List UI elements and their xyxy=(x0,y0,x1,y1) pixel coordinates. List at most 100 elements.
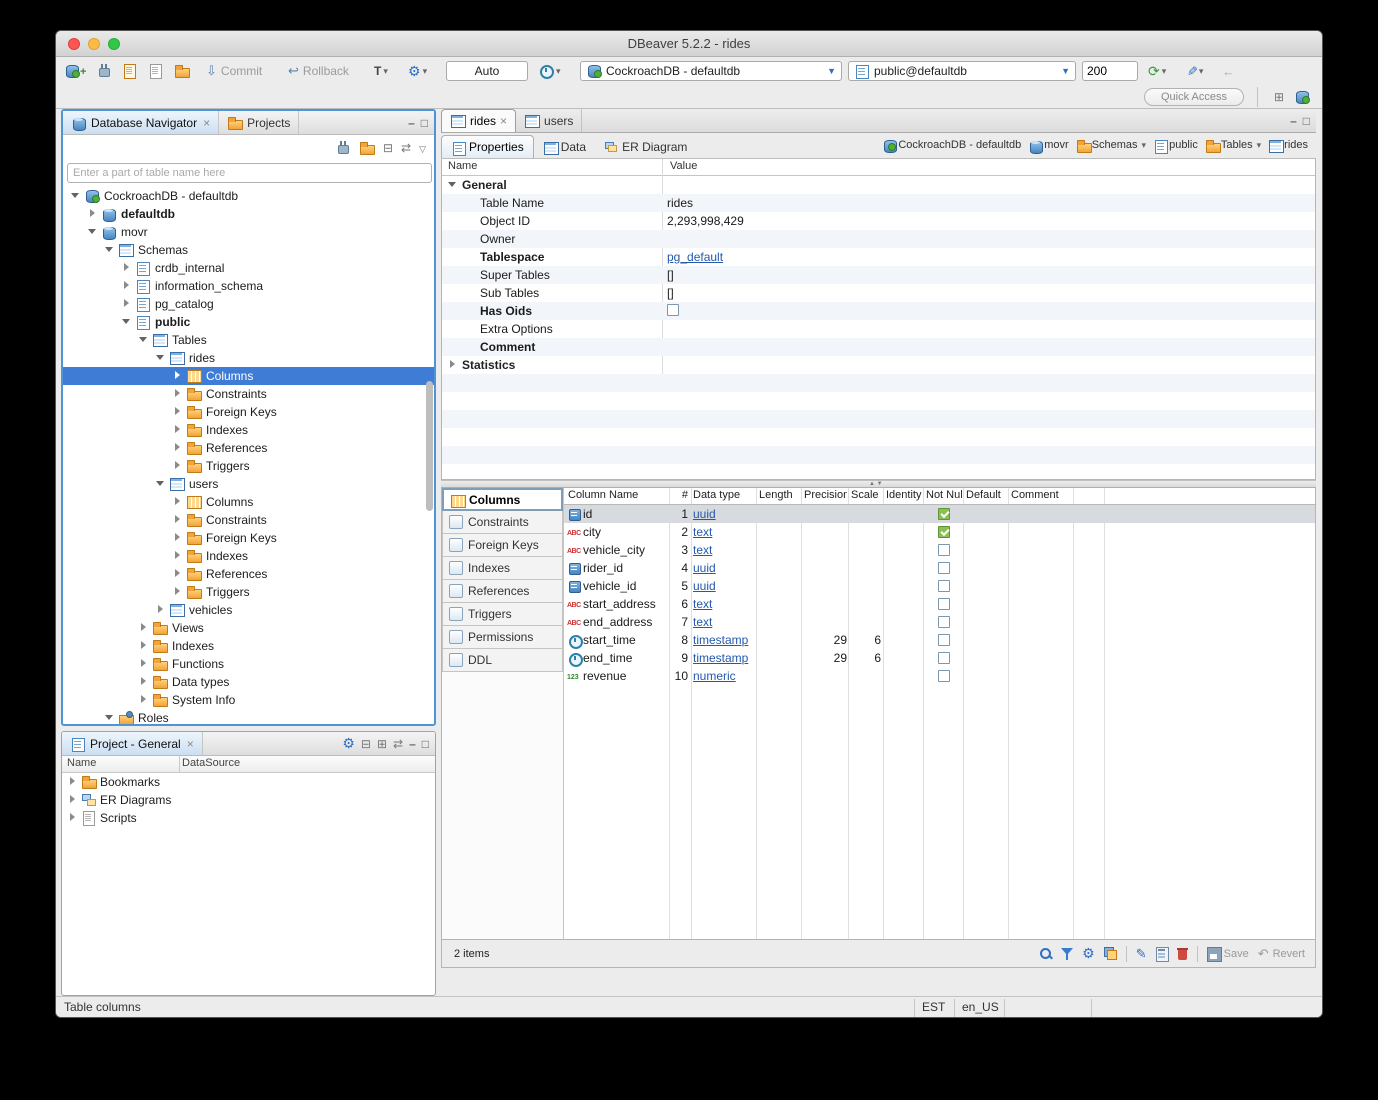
expander-icon[interactable] xyxy=(448,360,458,370)
col-header-precision[interactable]: Precision xyxy=(804,489,847,501)
property-group-general[interactable]: General xyxy=(442,176,1315,194)
col-header-value[interactable]: Value xyxy=(670,160,697,172)
collapse-all-icon[interactable] xyxy=(383,139,393,157)
expander-icon[interactable] xyxy=(139,677,149,687)
close-icon[interactable] xyxy=(203,116,210,130)
expander-icon[interactable] xyxy=(122,281,132,291)
details-tab-foreign-keys[interactable]: Foreign Keys xyxy=(442,534,563,557)
recent-script-button[interactable] xyxy=(174,61,190,81)
grid-row-start-time[interactable]: start_time 8 timestamp 29 6 xyxy=(564,631,1315,649)
breadcrumb-schemas[interactable]: Schemas xyxy=(1076,138,1146,152)
link-with-editor-icon[interactable] xyxy=(393,735,403,753)
tree-item-movr[interactable]: movr xyxy=(63,223,434,241)
property-group-statistics[interactable]: Statistics xyxy=(442,356,1315,374)
fetch-size-input[interactable] xyxy=(1082,61,1138,81)
splitter-sash[interactable] xyxy=(441,480,1316,488)
grid-row-start-address[interactable]: start_address 6 text xyxy=(564,595,1315,613)
table-search-input[interactable] xyxy=(67,163,432,183)
breadcrumb-connection[interactable]: CockroachDB - defaultdb xyxy=(882,138,1021,152)
revert-button[interactable]: Revert xyxy=(1258,946,1305,962)
view-menu-icon[interactable] xyxy=(419,139,426,157)
expander-icon[interactable] xyxy=(68,795,78,805)
expander-icon[interactable] xyxy=(122,263,132,273)
tree-item-bookmarks[interactable]: Bookmarks xyxy=(62,773,435,791)
col-header-name[interactable]: Name xyxy=(448,160,477,172)
vertical-scrollbar[interactable] xyxy=(426,381,433,511)
edit-icon[interactable] xyxy=(1136,946,1147,962)
property-row-tablespace[interactable]: Tablespacepg_default xyxy=(442,248,1315,266)
transaction-log-dropdown[interactable] xyxy=(538,61,561,81)
data-type-link[interactable]: numeric xyxy=(693,669,736,683)
expander-icon[interactable] xyxy=(139,641,149,651)
tree-item-defaultdb[interactable]: defaultdb xyxy=(63,205,434,223)
has-oids-checkbox[interactable] xyxy=(667,304,679,316)
col-header-comment[interactable]: Comment xyxy=(1011,489,1072,501)
expander-icon[interactable] xyxy=(173,497,183,507)
expander-icon[interactable] xyxy=(173,407,183,417)
not-null-checkbox[interactable] xyxy=(938,562,950,574)
delete-icon[interactable] xyxy=(1177,947,1188,960)
tree-item-crdb-internal[interactable]: crdb_internal xyxy=(63,259,434,277)
expander-icon[interactable] xyxy=(173,443,183,453)
not-null-checkbox[interactable] xyxy=(938,634,950,646)
link-with-editor-icon[interactable] xyxy=(401,139,411,157)
details-tab-indexes[interactable]: Indexes xyxy=(442,557,563,580)
not-null-checkbox[interactable] xyxy=(938,616,950,628)
col-header-identity[interactable]: Identity xyxy=(886,489,922,501)
property-row-has-oids[interactable]: Has Oids xyxy=(442,302,1315,320)
not-null-checkbox[interactable] xyxy=(938,652,950,664)
expander-icon[interactable] xyxy=(156,353,166,363)
expand-all-icon[interactable] xyxy=(377,735,387,753)
property-row-comment[interactable]: Comment xyxy=(442,338,1315,356)
expander-icon[interactable] xyxy=(173,515,183,525)
save-button[interactable]: Save xyxy=(1207,947,1249,960)
connect-icon[interactable] xyxy=(335,140,351,156)
tree-item-data-types[interactable]: Data types xyxy=(63,673,434,691)
expander-icon[interactable] xyxy=(173,587,183,597)
property-row-object-id[interactable]: Object ID2,293,998,429 xyxy=(442,212,1315,230)
not-null-checkbox[interactable] xyxy=(938,544,950,556)
expander-icon[interactable] xyxy=(122,299,132,309)
grid-row-vehicle-city[interactable]: vehicle_city 3 text xyxy=(564,541,1315,559)
tree-item-users-triggers[interactable]: Triggers xyxy=(63,583,434,601)
expander-icon[interactable] xyxy=(139,659,149,669)
details-tab-triggers[interactable]: Triggers xyxy=(442,603,563,626)
grid-row-city[interactable]: city 2 text xyxy=(564,523,1315,541)
tree-item-rides[interactable]: rides xyxy=(63,349,434,367)
expander-icon[interactable] xyxy=(88,209,98,219)
tree-item-scripts[interactable]: Scripts xyxy=(62,809,435,827)
new-connection-button[interactable] xyxy=(64,61,86,81)
property-row-sub-tables[interactable]: Sub Tables[] xyxy=(442,284,1315,302)
grid-row-end-address[interactable]: end_address 7 text xyxy=(564,613,1315,631)
breadcrumb-database[interactable]: movr xyxy=(1028,138,1068,152)
expander-icon[interactable] xyxy=(448,180,458,190)
transaction-settings-dropdown[interactable] xyxy=(408,61,427,81)
col-header-not-null[interactable]: Not Null xyxy=(926,489,962,501)
tree-item-er-diagrams[interactable]: ER Diagrams xyxy=(62,791,435,809)
tree-item-tables[interactable]: Tables xyxy=(63,331,434,349)
collapse-all-icon[interactable] xyxy=(361,735,371,753)
data-type-link[interactable]: uuid xyxy=(693,561,716,575)
sql-editor-button[interactable] xyxy=(122,61,138,81)
tree-item-users-indexes[interactable]: Indexes xyxy=(63,547,434,565)
col-header-name[interactable]: Name xyxy=(67,757,96,769)
editor-tab-rides[interactable]: rides xyxy=(441,109,516,132)
expander-icon[interactable] xyxy=(173,389,183,399)
minimize-view-icon[interactable] xyxy=(409,735,416,753)
expander-icon[interactable] xyxy=(156,479,166,489)
not-null-checkbox[interactable] xyxy=(938,508,950,520)
commit-button[interactable]: Commit xyxy=(206,61,262,81)
tree-item-schemas[interactable]: Schemas xyxy=(63,241,434,259)
rollback-button[interactable]: Rollback xyxy=(288,61,349,81)
editor-tab-users[interactable]: users xyxy=(516,109,582,132)
expander-icon[interactable] xyxy=(156,605,166,615)
not-null-checkbox[interactable] xyxy=(938,598,950,610)
tree-item-connection[interactable]: CockroachDB - defaultdb xyxy=(63,187,434,205)
maximize-view-icon[interactable] xyxy=(421,114,428,132)
details-tab-columns[interactable]: Columns xyxy=(442,488,563,511)
connection-combo[interactable]: CockroachDB - defaultdb xyxy=(580,61,842,81)
tree-item-rides-constraints[interactable]: Constraints xyxy=(63,385,434,403)
details-tab-ddl[interactable]: DDL xyxy=(442,649,563,672)
expander-icon[interactable] xyxy=(105,713,115,723)
tree-item-roles[interactable]: Roles xyxy=(63,709,434,724)
